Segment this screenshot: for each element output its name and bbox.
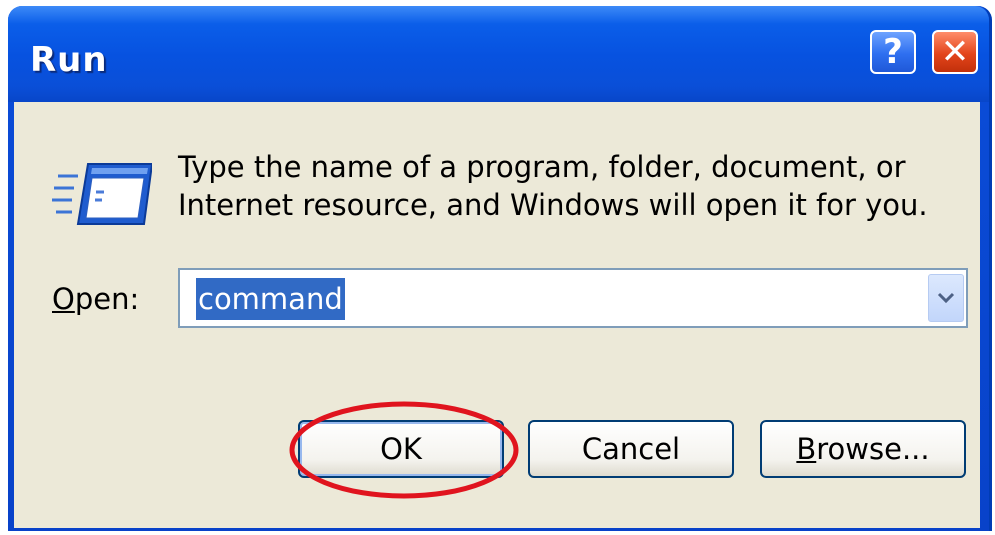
instruction-text: Type the name of a program, folder, docu… xyxy=(178,148,958,224)
ok-button[interactable]: OK xyxy=(298,420,504,478)
instruction-line-2: Internet resource, and Windows will open… xyxy=(178,188,928,222)
close-icon: ✕ xyxy=(940,32,970,72)
dialog-body: Type the name of a program, folder, docu… xyxy=(14,102,980,528)
browse-button[interactable]: Browse... xyxy=(760,420,966,478)
run-program-icon xyxy=(52,162,154,231)
dropdown-button[interactable] xyxy=(928,274,964,322)
open-label-text: pen: xyxy=(74,282,140,316)
title-bar[interactable]: Run ? ✕ xyxy=(8,6,989,102)
run-dialog-window: Run ? ✕ Type the name of a program, fold… xyxy=(8,6,992,531)
open-combobox[interactable]: command xyxy=(178,268,968,328)
open-label: Open: xyxy=(52,282,139,316)
ok-button-label: OK xyxy=(380,432,422,466)
window-title: Run xyxy=(30,40,108,80)
browse-button-label: rowse... xyxy=(816,432,930,466)
help-button[interactable]: ? xyxy=(870,30,916,74)
open-input-value[interactable]: command xyxy=(196,278,345,320)
cancel-button[interactable]: Cancel xyxy=(528,420,734,478)
help-icon: ? xyxy=(883,32,903,72)
open-label-mnemonic: O xyxy=(52,282,75,316)
instruction-line-1: Type the name of a program, folder, docu… xyxy=(178,150,906,184)
browse-button-mnemonic: B xyxy=(796,432,817,466)
close-button[interactable]: ✕ xyxy=(932,30,978,74)
chevron-down-icon xyxy=(937,292,955,304)
cancel-button-label: Cancel xyxy=(581,432,681,466)
